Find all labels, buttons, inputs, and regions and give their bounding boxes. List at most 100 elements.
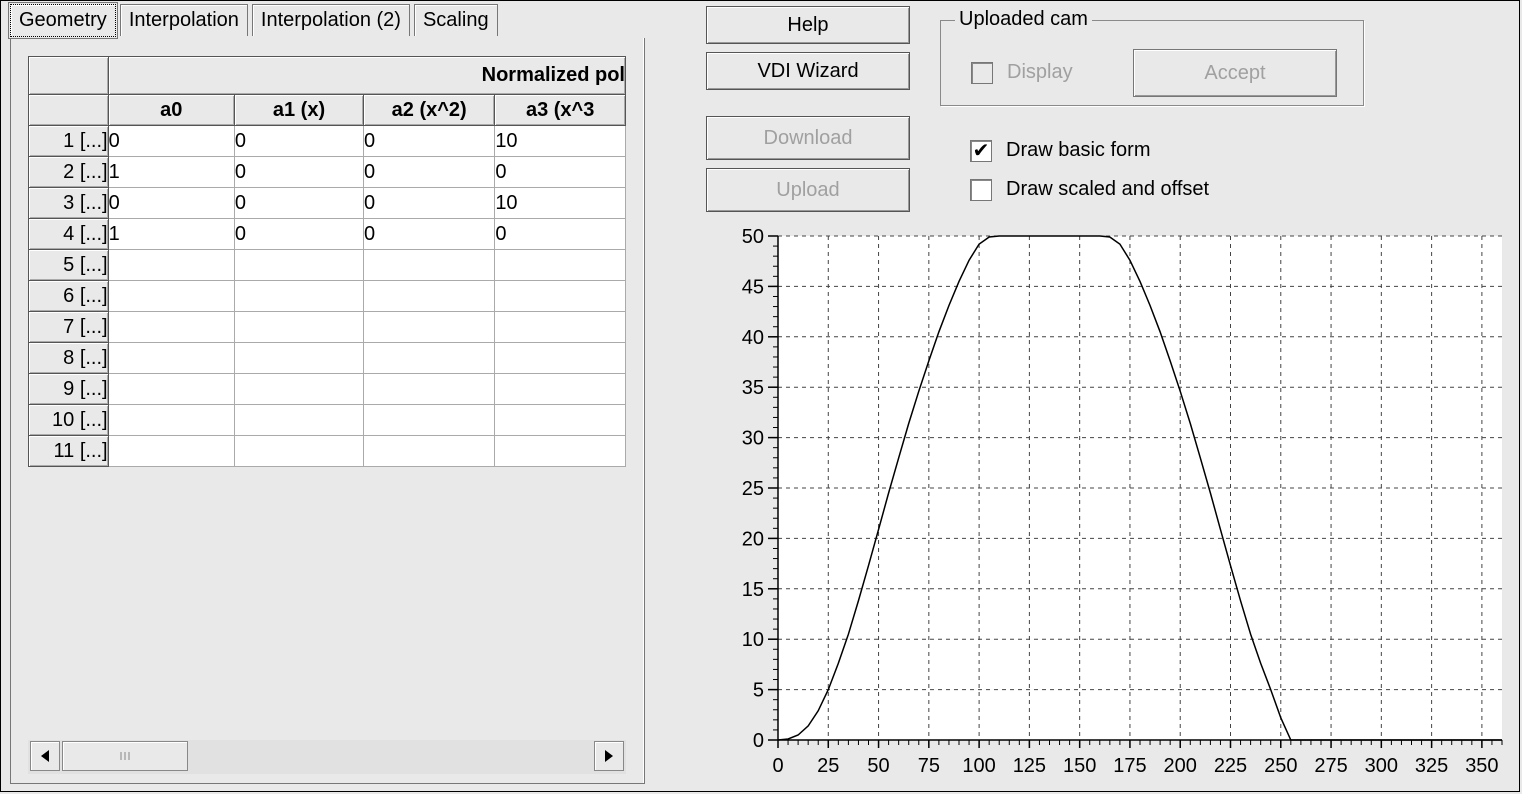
y-tick-label: 45: [742, 276, 764, 298]
grid-cell[interactable]: 1: [107, 156, 235, 188]
grid-cell[interactable]: [494, 249, 626, 281]
coefficient-grid[interactable]: Normalized pol a0 a1 (x) a2 (x^2) a3 (x^3 1…: [28, 56, 626, 780]
x-tick-label: 150: [1063, 755, 1096, 777]
grid-cell[interactable]: [363, 404, 496, 436]
grid-cell[interactable]: [494, 373, 626, 405]
upload-button[interactable]: Upload: [706, 168, 910, 212]
x-tick-label: 125: [1013, 755, 1046, 777]
draw-scaled-label: Draw scaled and offset: [1006, 178, 1210, 200]
grid-cell[interactable]: [363, 280, 496, 312]
row-header-button[interactable]: 4 [...]: [28, 218, 109, 250]
row-header-button[interactable]: 9 [...]: [28, 373, 109, 405]
row-header-button[interactable]: 1 [...]: [28, 125, 109, 157]
grid-cell[interactable]: 0: [494, 156, 626, 188]
y-tick-label: 40: [742, 327, 764, 349]
y-tick-label: 25: [742, 478, 764, 500]
arrow-left-icon: [41, 750, 49, 762]
y-tick-label: 15: [742, 579, 764, 601]
grid-cell[interactable]: 0: [363, 218, 496, 250]
grid-cell[interactable]: 10: [494, 187, 626, 219]
grid-cell[interactable]: 0: [363, 156, 496, 188]
column-header[interactable]: a1 (x): [233, 94, 365, 126]
tab-interpolation[interactable]: Interpolation: [119, 4, 248, 36]
scroll-thumb[interactable]: [62, 741, 188, 771]
grid-cell[interactable]: [107, 435, 235, 467]
column-header[interactable]: a3 (x^3: [494, 94, 626, 126]
row-header-button[interactable]: 11 [...]: [28, 435, 109, 467]
row-header-button[interactable]: 7 [...]: [28, 311, 109, 343]
vdi-wizard-button[interactable]: VDI Wizard: [706, 52, 910, 90]
check-icon[interactable]: ✔: [970, 139, 992, 162]
download-button[interactable]: Download: [706, 116, 910, 160]
table-row: 1 [...] 0 0 0 10: [28, 125, 626, 157]
grid-cell[interactable]: 0: [363, 187, 496, 219]
display-label: Display: [1007, 61, 1073, 83]
grid-cell[interactable]: [363, 373, 496, 405]
grid-cell[interactable]: [363, 311, 496, 343]
y-tick-label: 0: [753, 730, 764, 752]
grid-cell[interactable]: 0: [233, 187, 365, 219]
grid-cell[interactable]: [233, 404, 365, 436]
row-header-button[interactable]: 10 [...]: [28, 404, 109, 436]
grid-cell[interactable]: [494, 280, 626, 312]
row-header-button[interactable]: 8 [...]: [28, 342, 109, 374]
draw-basic-form-label: Draw basic form: [1006, 139, 1151, 161]
grid-cell[interactable]: 0: [233, 156, 365, 188]
grid-cell[interactable]: [363, 435, 496, 467]
grid-cell[interactable]: 0: [233, 218, 365, 250]
grid-cell[interactable]: [107, 373, 235, 405]
grid-cell[interactable]: 0: [494, 218, 626, 250]
grid-cell[interactable]: 10: [494, 125, 626, 157]
grid-cell[interactable]: 1: [107, 218, 235, 250]
grid-cell[interactable]: [363, 249, 496, 281]
draw-scaled-checkbox-box[interactable]: [970, 178, 992, 201]
uploaded-cam-title: Uploaded cam: [955, 8, 1092, 31]
grid-cell[interactable]: [107, 404, 235, 436]
tab-interpolation-2[interactable]: Interpolation (2): [251, 4, 410, 36]
grid-cell[interactable]: 0: [363, 125, 496, 157]
row-header-button[interactable]: 5 [...]: [28, 249, 109, 281]
grid-cell[interactable]: 0: [107, 125, 235, 157]
grid-cell[interactable]: [233, 311, 365, 343]
grid-cell[interactable]: [107, 342, 235, 374]
tab-scaling[interactable]: Scaling: [413, 4, 498, 36]
help-button[interactable]: Help: [706, 6, 910, 44]
grid-cell[interactable]: [233, 249, 365, 281]
tab-geometry[interactable]: Geometry: [8, 2, 118, 39]
grid-cell[interactable]: [494, 404, 626, 436]
grid-cell[interactable]: [494, 311, 626, 343]
scroll-left-button[interactable]: [30, 741, 60, 771]
table-row: 3 [...] 0 0 0 10: [28, 187, 626, 219]
grid-cell[interactable]: [363, 342, 496, 374]
table-row: 7 [...]: [28, 311, 626, 343]
grid-cell[interactable]: [233, 373, 365, 405]
column-header[interactable]: a2 (x^2): [363, 94, 496, 126]
grid-cell[interactable]: [107, 249, 235, 281]
horizontal-scrollbar[interactable]: [28, 740, 626, 774]
x-tick-label: 225: [1214, 755, 1247, 777]
grid-cell[interactable]: [107, 311, 235, 343]
draw-scaled-checkbox[interactable]: Draw scaled and offset: [970, 178, 1209, 201]
grid-cell[interactable]: [107, 280, 235, 312]
accept-button[interactable]: Accept: [1133, 49, 1337, 97]
uploaded-cam-group: Uploaded cam Display Accept: [940, 8, 1364, 106]
table-row: 10 [...]: [28, 404, 626, 436]
grid-cell[interactable]: [494, 342, 626, 374]
x-tick-label: 275: [1314, 755, 1347, 777]
column-header[interactable]: a0: [107, 94, 235, 126]
grid-cell[interactable]: 0: [233, 125, 365, 157]
grid-cell[interactable]: [494, 435, 626, 467]
row-header-button[interactable]: 6 [...]: [28, 280, 109, 312]
grid-cell[interactable]: [233, 280, 365, 312]
grid-cell[interactable]: [233, 435, 365, 467]
row-header-button[interactable]: 3 [...]: [28, 187, 109, 219]
grid-cell[interactable]: [233, 342, 365, 374]
x-tick-label: 75: [918, 755, 940, 777]
display-checkbox-box[interactable]: [971, 61, 993, 84]
row-header-button[interactable]: 2 [...]: [28, 156, 109, 188]
grid-cell[interactable]: 0: [107, 187, 235, 219]
display-checkbox[interactable]: Display: [971, 61, 1073, 84]
draw-basic-form-checkbox[interactable]: ✔ Draw basic form: [970, 139, 1150, 162]
scroll-right-button[interactable]: [594, 741, 624, 771]
x-tick-label: 250: [1264, 755, 1297, 777]
